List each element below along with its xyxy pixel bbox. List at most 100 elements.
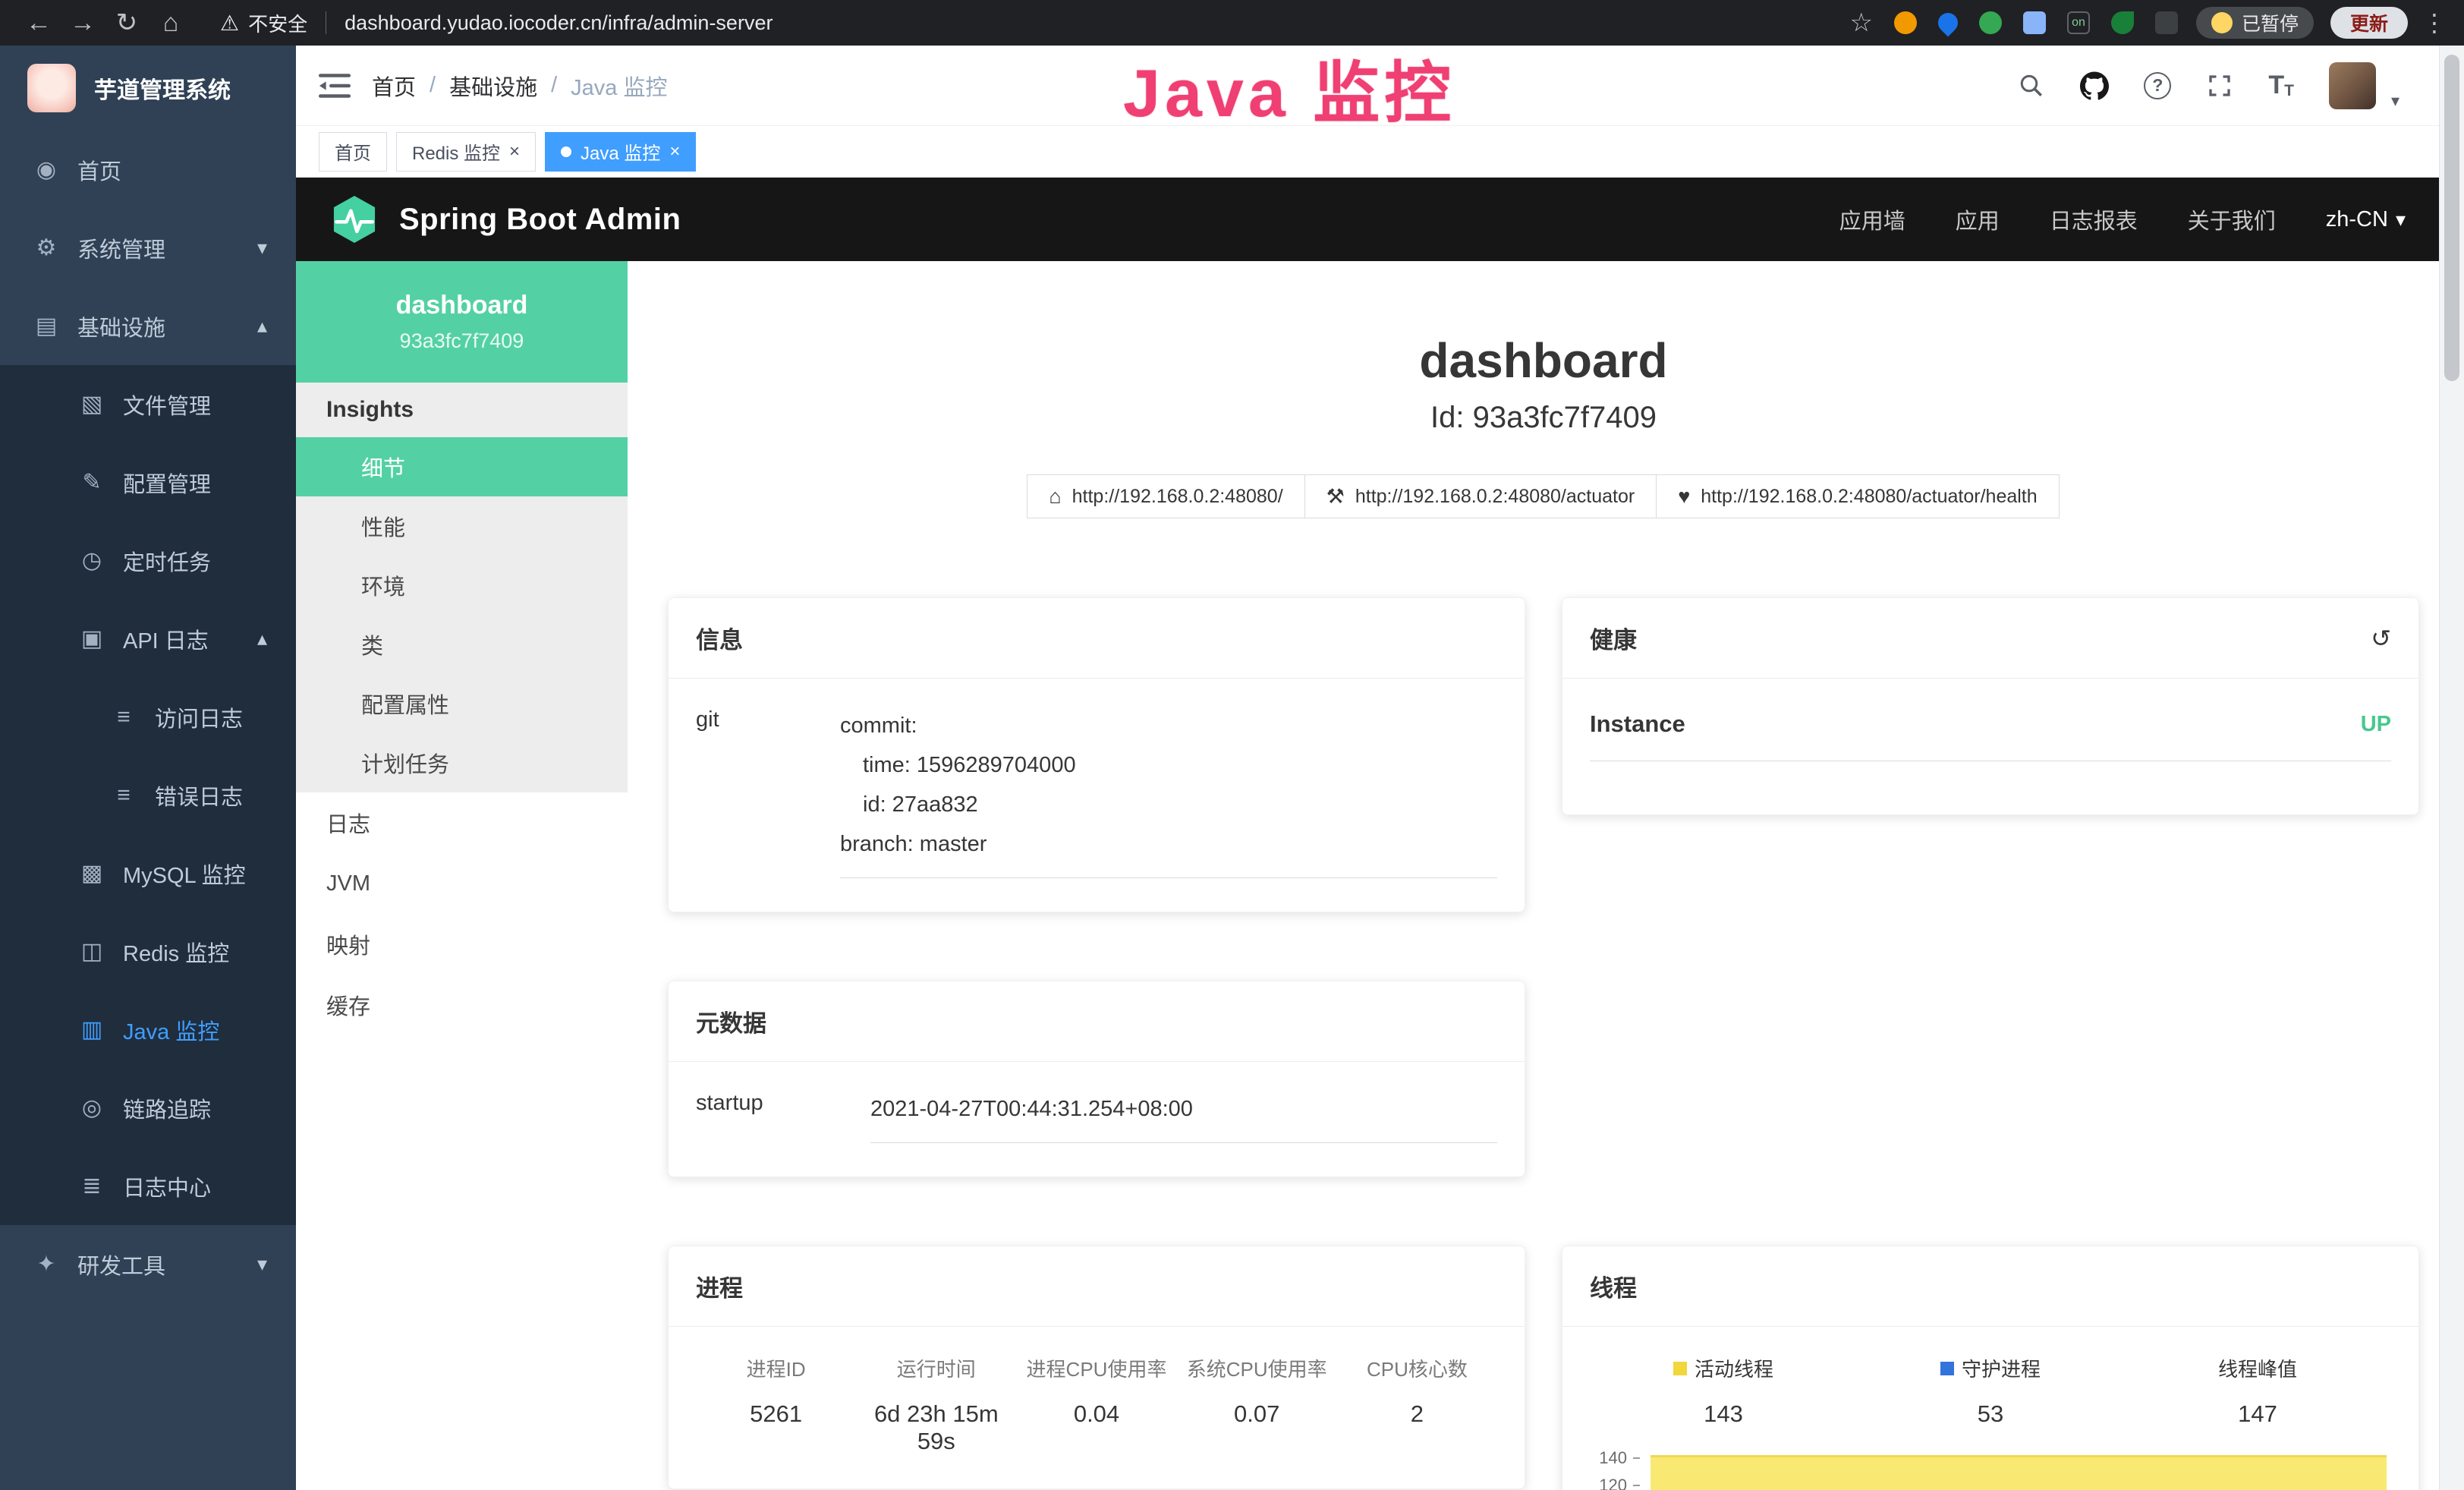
extension-icon[interactable]	[1979, 11, 2002, 34]
java-monitor-icon: ▥	[76, 1016, 108, 1043]
info-value: commit: time: 1596289704000 id: 27aa832 …	[840, 706, 1497, 878]
tab-home[interactable]: 首页	[319, 132, 387, 172]
browser-menu-icon[interactable]: ⋮	[2422, 8, 2447, 37]
history-icon[interactable]: ↺	[2371, 624, 2391, 653]
fullscreen-icon[interactable]	[2206, 72, 2233, 99]
y-axis-tick: 140	[1590, 1444, 1640, 1472]
card-title: 元数据	[696, 1004, 766, 1038]
reload-icon[interactable]: ↻	[105, 8, 149, 38]
update-button[interactable]: 更新	[2330, 7, 2408, 39]
sidebar-item-access-logs[interactable]: ≡ 访问日志	[0, 678, 296, 756]
sba-locale-selector[interactable]: zh-CN ▾	[2326, 207, 2406, 232]
sba-item-jvm[interactable]: JVM	[296, 853, 628, 914]
sba-item-performance[interactable]: 性能	[296, 496, 628, 556]
sba-item-classes[interactable]: 类	[296, 615, 628, 674]
page-subtitle: Id: 93a3fc7f7409	[668, 401, 2419, 435]
app-logo-row[interactable]: 芋道管理系统	[0, 46, 296, 131]
avatar-caret-icon[interactable]: ▾	[2391, 91, 2399, 111]
sidebar-item-label: MySQL 监控	[123, 858, 246, 890]
card-header: 健康 ↺	[1562, 598, 2418, 679]
app-title: 芋道管理系统	[94, 71, 231, 105]
font-size-icon[interactable]: TT	[2268, 71, 2294, 100]
actuator-link[interactable]: ⚒ http://192.168.0.2:48080/actuator	[1304, 474, 1657, 518]
page-scrollbar[interactable]	[2439, 46, 2464, 1490]
sba-nav-applications[interactable]: 应用	[1956, 203, 2000, 235]
forward-icon[interactable]: →	[61, 8, 105, 38]
card-title: 进程	[696, 1269, 743, 1303]
sidebar-item-java-monitor[interactable]: ▥ Java 监控	[0, 991, 296, 1069]
health-link[interactable]: ♥ http://192.168.0.2:48080/actuator/heal…	[1656, 474, 2059, 518]
sba-item-mappings[interactable]: 映射	[296, 914, 628, 975]
breadcrumb-infrastructure[interactable]: 基础设施	[449, 70, 537, 102]
sidebar-item-system-management[interactable]: ⚙ 系统管理 ▾	[0, 209, 296, 287]
sba-nav-journal[interactable]: 日志报表	[2050, 203, 2138, 235]
security-indicator[interactable]: ⚠ 不安全	[220, 9, 307, 37]
user-avatar[interactable]	[2329, 62, 2376, 109]
sidebar-item-api-logs[interactable]: ▣ API 日志 ▴	[0, 600, 296, 678]
document-icon: ≡	[108, 783, 140, 808]
threads-legend: 活动线程 143 守护进程 53	[1590, 1354, 2391, 1428]
instance-block[interactable]: dashboard 93a3fc7f7409	[296, 261, 628, 383]
sidebar-item-mysql-monitor[interactable]: ▩ MySQL 监控	[0, 834, 296, 912]
sidebar-item-error-logs[interactable]: ≡ 错误日志	[0, 756, 296, 834]
extension-icon[interactable]	[2111, 11, 2134, 34]
card-body: 进程ID 5261 运行时间 6d 23h 15m 59s 进程CPU使用率 0…	[669, 1327, 1525, 1488]
extension-icon[interactable]	[1894, 11, 1917, 34]
tab-redis-monitor[interactable]: Redis 监控 ×	[396, 132, 536, 172]
sba-item-details[interactable]: 细节	[296, 437, 628, 496]
metric-process-cpu: 进程CPU使用率 0.04	[1016, 1354, 1176, 1455]
paused-badge[interactable]: 已暂停	[2196, 7, 2314, 39]
link-label: http://192.168.0.2:48080/actuator	[1355, 486, 1635, 508]
app-sidebar: 芋道管理系统 ◉ 首页 ⚙ 系统管理 ▾ ▤ 基础设施 ▴ ▧ 文件管理 ✎ 配…	[0, 46, 296, 1490]
sba-brand[interactable]: Spring Boot Admin	[329, 194, 681, 244]
address-bar[interactable]: dashboard.yudao.iocoder.cn/infra/admin-s…	[345, 11, 773, 35]
health-instance-row[interactable]: Instance UP	[1590, 706, 2391, 761]
y-axis-tick: 120	[1590, 1472, 1640, 1490]
sba-item-environment[interactable]: 环境	[296, 556, 628, 615]
github-icon[interactable]	[2080, 71, 2109, 100]
sba-sidebar: dashboard 93a3fc7f7409 Insights 细节 性能 环境…	[296, 261, 628, 1490]
hamburger-icon[interactable]	[319, 72, 351, 99]
sidebar-item-label: 配置管理	[123, 467, 211, 499]
sba-item-scheduled-tasks[interactable]: 计划任务	[296, 733, 628, 792]
extension-icon[interactable]	[2023, 11, 2046, 34]
sidebar-item-scheduled-tasks[interactable]: ◷ 定时任务	[0, 521, 296, 600]
search-icon[interactable]	[2018, 72, 2045, 99]
scrollbar-thumb[interactable]	[2444, 55, 2459, 381]
instance-home-link[interactable]: ⌂ http://192.168.0.2:48080/	[1027, 474, 1304, 518]
sba-item-logs[interactable]: 日志	[296, 792, 628, 853]
bookmark-star-icon[interactable]: ☆	[1849, 8, 1872, 38]
sba-nav-about[interactable]: 关于我们	[2188, 203, 2276, 235]
metadata-card: 元数据 startup 2021-04-27T00:44:31.254+08:0…	[668, 981, 1525, 1177]
help-icon[interactable]: ?	[2144, 72, 2171, 99]
sidebar-item-dev-tools[interactable]: ✦ 研发工具 ▾	[0, 1225, 296, 1303]
back-icon[interactable]: ←	[17, 8, 61, 38]
dashboard-icon: ◉	[30, 156, 62, 183]
chevron-down-icon: ▾	[257, 236, 267, 260]
sidebar-item-config-management[interactable]: ✎ 配置管理	[0, 443, 296, 521]
extension-icon[interactable]	[1934, 9, 1962, 37]
extension-on-icon[interactable]: on	[2067, 11, 2090, 34]
sidebar-item-infrastructure[interactable]: ▤ 基础设施 ▴	[0, 287, 296, 365]
breadcrumb-home[interactable]: 首页	[372, 70, 416, 102]
trace-icon: ◎	[76, 1095, 108, 1121]
page-title: dashboard	[668, 332, 2419, 389]
process-metrics-row: 进程ID 5261 运行时间 6d 23h 15m 59s 进程CPU使用率 0…	[696, 1354, 1497, 1455]
app-logo-pig	[27, 64, 76, 112]
sidebar-item-redis-monitor[interactable]: ◫ Redis 监控	[0, 912, 296, 991]
close-icon[interactable]: ×	[669, 141, 680, 162]
tab-java-monitor[interactable]: Java 监控 ×	[545, 132, 696, 172]
card-body: startup 2021-04-27T00:44:31.254+08:00	[669, 1062, 1525, 1177]
sba-item-config-props[interactable]: 配置属性	[296, 674, 628, 733]
card-header: 元数据	[669, 981, 1525, 1062]
sidebar-item-log-center[interactable]: ≣ 日志中心	[0, 1147, 296, 1225]
sidebar-item-file-management[interactable]: ▧ 文件管理	[0, 365, 296, 443]
sidebar-item-home[interactable]: ◉ 首页	[0, 131, 296, 209]
home-icon[interactable]: ⌂	[149, 8, 193, 38]
sidebar-item-link-tracing[interactable]: ◎ 链路追踪	[0, 1069, 296, 1147]
chart-plot-area	[1651, 1455, 2387, 1490]
close-icon[interactable]: ×	[509, 141, 520, 162]
extensions-puzzle-icon[interactable]	[2155, 11, 2178, 34]
sba-nav-wallboard[interactable]: 应用墙	[1839, 203, 1905, 235]
sba-item-caches[interactable]: 缓存	[296, 975, 628, 1035]
